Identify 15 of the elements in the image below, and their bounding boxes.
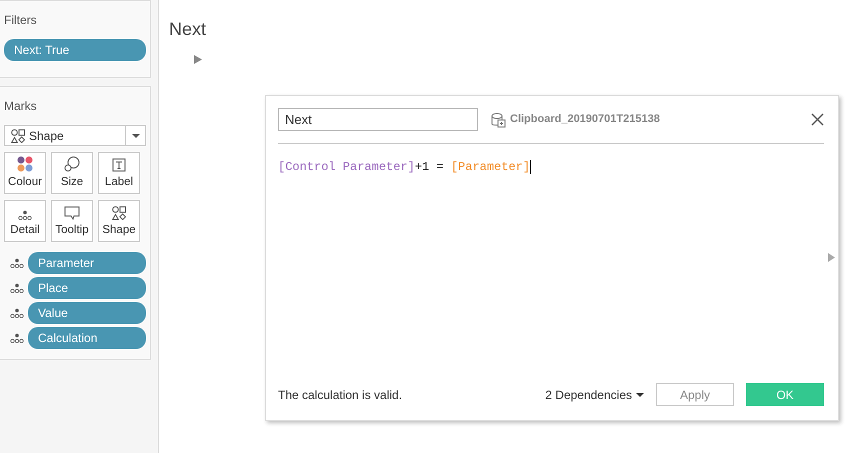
panel-title: Filters [4, 12, 37, 29]
mark-card-button[interactable]: Shape [98, 200, 140, 242]
name-field[interactable]: Next [278, 108, 478, 131]
mark-type-dropdown[interactable]: Shape [4, 125, 146, 146]
mark-card-button[interactable]: Detail [4, 200, 46, 242]
mark-card-button[interactable]: Label [98, 152, 140, 194]
mark-card-button[interactable]: Colour [4, 152, 46, 194]
mark-card-button[interactable]: Size [51, 152, 93, 194]
panel-title: Marks [4, 98, 37, 115]
datasource-name: Clipboard_20190701T215138 [510, 112, 660, 128]
validation-message: The calculation is valid. [278, 386, 404, 404]
formula-editor[interactable]: [Control Parameter]+1 = [Parameter] [278, 160, 532, 174]
dependencies-dropdown[interactable]: 2 Dependencies [545, 386, 644, 404]
mark-card-button[interactable]: Tooltip [51, 200, 93, 242]
sheet-title: Next [169, 18, 206, 41]
